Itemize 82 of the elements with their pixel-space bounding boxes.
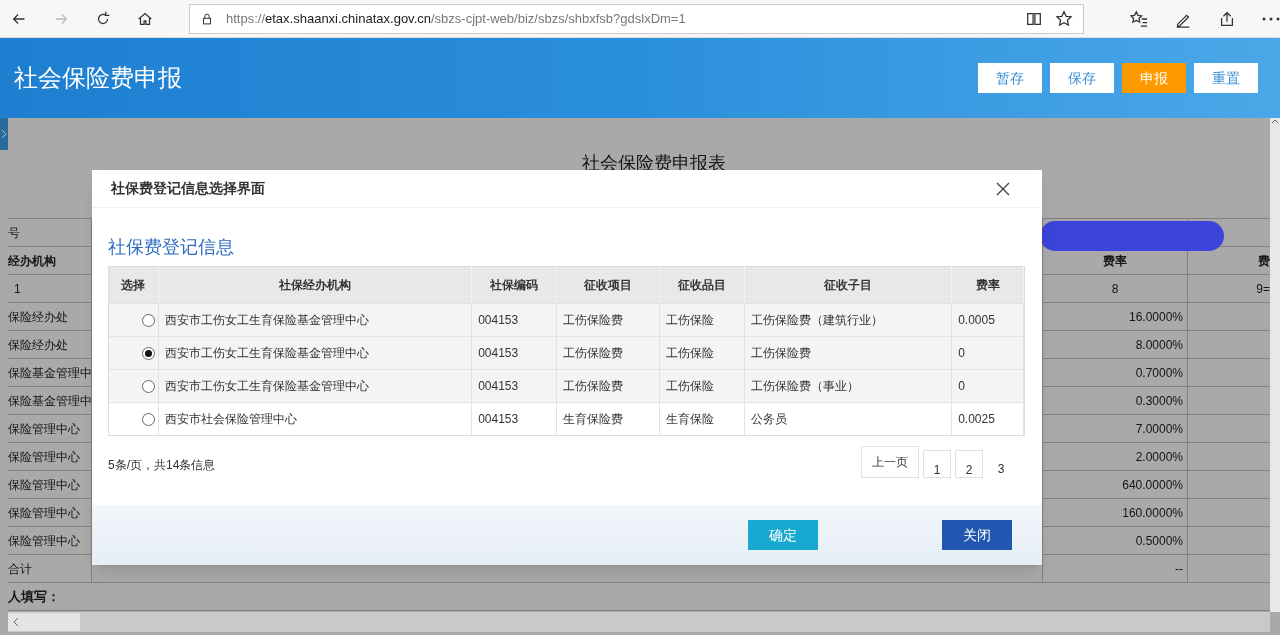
radio-button[interactable] (141, 412, 155, 426)
dialog-button[interactable]: 关闭 (942, 520, 1012, 550)
page-summary: 5条/页，共14条信息 (108, 457, 216, 474)
table-cell-text: 工伤保险费 (563, 312, 623, 329)
favorites-list-icon[interactable] (1130, 9, 1148, 28)
table-cell-text: 合计 (8, 560, 32, 578)
more-icon[interactable] (1262, 16, 1280, 21)
dialog-title: 社保费登记信息选择界面 (111, 179, 265, 198)
table-cell-text: 640.0000% (1122, 476, 1183, 494)
table-cell-text: 保险管理中心 (8, 532, 80, 550)
table-cell-text: 0.3000% (1135, 392, 1183, 410)
table-cell-text: 费率 (1103, 252, 1127, 270)
table-cell-text: 工伤保险费 (563, 378, 623, 395)
close-icon[interactable] (996, 180, 1012, 197)
header-button[interactable]: 保存 (1050, 63, 1114, 93)
table-cell-text: 16.0000% (1128, 308, 1183, 326)
table-cell-text: 工伤保险费 (750, 345, 811, 362)
address-bar[interactable]: https://etax.shaanxi.chinatax.gov.cn/sbzs-cjpt-web/biz/sbzs/shbxfsb?gdslxDm=1 (189, 3, 1084, 34)
form-label: 人填写： (8, 587, 60, 606)
table-cell-text: 004153 (478, 378, 519, 395)
side-tab[interactable] (0, 118, 8, 150)
table-cell-text: 0 (958, 345, 965, 362)
table-cell-text: 2.0000% (1135, 448, 1183, 466)
table-cell-text: -- (1175, 560, 1183, 578)
table-cell-text: 号 (8, 224, 20, 242)
table-cell-text: 工伤保险费（事业） (750, 378, 859, 395)
table-cell-text: 1 (13, 280, 21, 298)
chevron-right-icon[interactable] (1, 129, 7, 139)
table-cell-text: 保险经办处 (8, 308, 68, 326)
radio-button[interactable] (141, 346, 155, 360)
favorite-star-icon[interactable] (1055, 9, 1073, 28)
header-button[interactable]: 重置 (1194, 63, 1258, 93)
table-cell-text: 费 (1258, 252, 1270, 270)
share-icon[interactable] (1218, 9, 1236, 28)
table-cell-text: 保险基金管理中 (8, 392, 92, 410)
table-cell-text: 160.0000% (1122, 504, 1183, 522)
table-cell-text: 工伤保险费（建筑行业） (750, 312, 883, 329)
table-cell-text: 004153 (478, 312, 519, 329)
table-cell-text: 生育保险 (665, 411, 714, 428)
page-button[interactable]: 2 (955, 450, 983, 478)
table-cell-text: 保险管理中心 (8, 504, 80, 522)
table-cell-text: 西安市社会保险管理中心 (164, 411, 297, 428)
page-title: 社会保险费申报 (14, 63, 182, 93)
table-cell-text: 0.7000% (1135, 364, 1183, 382)
table-cell-text: 0 (958, 378, 965, 395)
table-cell-text: 保险管理中心 (8, 420, 80, 438)
table-cell-text: 0.0005 (958, 312, 995, 329)
radio-button[interactable] (141, 313, 155, 327)
table-cell-text: 0.5000% (1135, 532, 1183, 550)
table-cell-text: 工伤保险 (665, 378, 714, 395)
page-button[interactable]: 1 (923, 450, 951, 478)
table-cell-text: 工伤保险 (665, 312, 714, 329)
header-button[interactable]: 暂存 (978, 63, 1042, 93)
table-cell-text: 保险管理中心 (8, 476, 80, 494)
lock-icon[interactable] (200, 11, 214, 26)
table-cell-text: 9= (1256, 280, 1270, 298)
table-cell-text: 7.0000% (1135, 420, 1183, 438)
scroll-up-icon[interactable] (1271, 118, 1279, 126)
dialog-subtitle: 社保费登记信息 (108, 236, 235, 259)
scroll-left-icon[interactable] (12, 617, 20, 627)
table-cell-text: 公务员 (750, 411, 787, 428)
table-cell-text: 保险经办处 (8, 336, 68, 354)
table-cell-text: 004153 (478, 411, 519, 428)
radio-button[interactable] (141, 379, 155, 393)
vertical-scrollbar[interactable] (1270, 118, 1280, 612)
table-cell-text: 0.0025 (958, 411, 995, 428)
table-cell-text: 工伤保险 (665, 345, 714, 362)
page-button[interactable]: 3 (987, 450, 1015, 478)
horizontal-scrollbar[interactable] (8, 612, 1270, 632)
table-cell-text: 经办机构 (8, 252, 56, 270)
table-cell-text: 保险基金管理中 (8, 364, 92, 382)
previous-page-button[interactable]: 上一页 (861, 446, 919, 478)
table-cell-text: 西安市工伤女工生育保险基金管理中心 (164, 378, 369, 395)
table-cell-text: 8.0000% (1135, 336, 1183, 354)
table-cell-text: 8 (1111, 280, 1119, 298)
table-cell-text: 西安市工伤女工生育保险基金管理中心 (164, 345, 369, 362)
table-cell-text: 西安市工伤女工生育保险基金管理中心 (164, 312, 369, 329)
table-cell-text: 生育保险费 (563, 411, 623, 428)
url-text: https://etax.shaanxi.chinatax.gov.cn/sbzs-cjpt-web/biz/sbzs/shbxfsb?gdslxDm=1 (226, 9, 687, 28)
table-cell-text: 工伤保险费 (563, 345, 623, 362)
table-cell-text: 004153 (478, 345, 519, 362)
table-cell-text: 保险管理中心 (8, 448, 80, 466)
